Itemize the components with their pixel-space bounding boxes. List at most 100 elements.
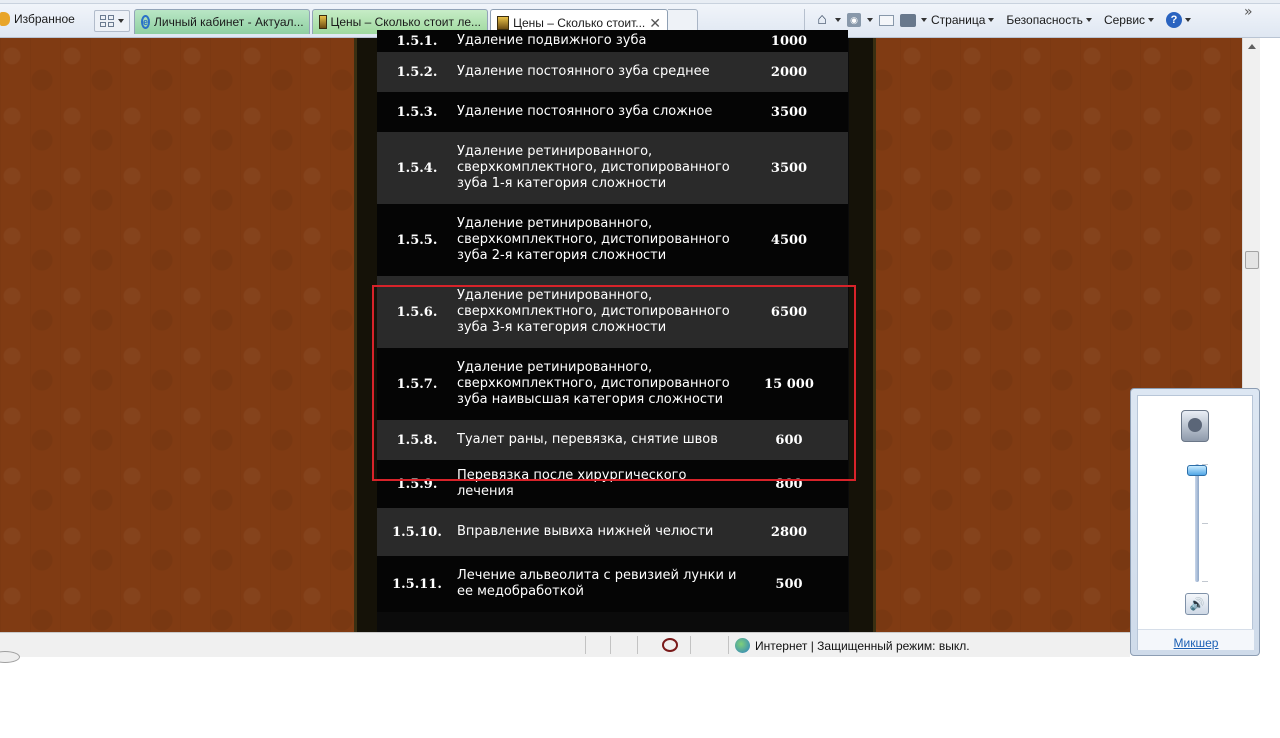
- status-bar: Интернет | Защищенный режим: выкл.: [0, 632, 1130, 657]
- divider: [804, 9, 805, 31]
- slider-tick: [1202, 581, 1208, 582]
- tab-personal-cabinet[interactable]: e Личный кабинет - Актуал...: [134, 9, 310, 34]
- service-price: 3500: [770, 104, 808, 120]
- divider: [585, 636, 586, 654]
- service-name: Удаление ретинированного, сверхкомплектн…: [457, 288, 730, 335]
- service-code: 1.5.7.: [396, 376, 438, 392]
- chevron-down-icon: [1085, 18, 1092, 22]
- chevron-down-icon: [118, 19, 124, 23]
- price-row: 1.5.3. Удаление постоянного зуба сложное 3…: [377, 92, 848, 132]
- speaker-device-icon[interactable]: [1181, 410, 1209, 442]
- service-code: 1.5.4.: [396, 160, 438, 176]
- mail-icon: [878, 14, 894, 26]
- rss-icon: ◉: [847, 13, 861, 27]
- price-row: 1.5.2. Удаление постоянного зуба среднее 2…: [377, 52, 848, 92]
- service-code: 1.5.10.: [392, 524, 442, 540]
- service-price: 4500: [770, 232, 808, 248]
- quick-tabs-grid-icon: [100, 15, 114, 27]
- price-row: 1.5.5. Удаление ретинированного, сверхком…: [377, 204, 848, 276]
- service-price: 15 000: [764, 376, 814, 392]
- service-price: 1000: [770, 33, 808, 49]
- service-name: Удаление ретинированного, сверхкомплектн…: [457, 144, 730, 191]
- help-icon: ?: [1166, 12, 1183, 28]
- chevron-down-icon: [1185, 18, 1192, 22]
- service-code: 1.5.8.: [396, 432, 438, 448]
- feeds-button[interactable]: ◉: [845, 11, 863, 29]
- price-row: 1.5.1. Удаление подвижного зуба 1000: [377, 30, 848, 52]
- tab-title: Цены – Сколько стоит...: [513, 16, 646, 30]
- chevron-down-icon[interactable]: [921, 18, 927, 22]
- divider: [610, 636, 611, 654]
- service-name: Лечение альвеолита с ревизией лунки и ее…: [457, 568, 737, 599]
- mute-speaker-icon[interactable]: 🔊: [1185, 593, 1209, 615]
- chevron-down-icon[interactable]: [867, 18, 873, 22]
- price-row: 1.5.4. Удаление ретинированного, сверхком…: [377, 132, 848, 204]
- price-row: 1.5.7. Удаление ретинированного, сверхком…: [377, 348, 848, 420]
- privacy-eye-icon[interactable]: [662, 638, 678, 652]
- printer-icon: [900, 13, 916, 27]
- volume-control-popup: 🔊 Микшер: [1130, 388, 1260, 656]
- command-bar: ⌂ ◉ Страница Безопасность Сервис ?: [800, 9, 1199, 31]
- title-strip: [0, 0, 1280, 4]
- slider-tick: [1202, 523, 1208, 524]
- chevron-down-icon: [988, 18, 995, 22]
- service-price: 3500: [770, 160, 808, 176]
- menu-tools[interactable]: Сервис: [1103, 13, 1155, 27]
- favorites-label: Избранное: [14, 12, 75, 26]
- service-code: 1.5.9.: [396, 476, 438, 492]
- menu-page-label: Страница: [931, 13, 986, 27]
- chevron-expand-icon[interactable]: »: [1244, 4, 1253, 20]
- service-name: Перевязка после хирургического лечения: [457, 468, 687, 499]
- zone-status-text: Интернет | Защищенный режим: выкл.: [755, 639, 970, 653]
- help-button[interactable]: ?: [1166, 12, 1192, 28]
- quick-tabs-button[interactable]: [94, 10, 130, 32]
- start-orb-fragment[interactable]: [0, 651, 20, 663]
- service-name: Удаление подвижного зуба: [457, 33, 647, 48]
- service-price: 500: [775, 576, 803, 592]
- divider: [690, 636, 691, 654]
- service-name: Туалет раны, перевязка, снятие швов: [457, 432, 718, 447]
- service-code: 1.5.5.: [396, 232, 438, 248]
- scroll-thumb[interactable]: [1245, 251, 1259, 269]
- service-price: 6500: [770, 304, 808, 320]
- service-code: 1.5.1.: [396, 33, 438, 49]
- tab-title: Личный кабинет - Актуал...: [154, 15, 304, 29]
- service-code: 1.5.6.: [396, 304, 438, 320]
- close-tab-icon[interactable]: ✕: [649, 15, 661, 32]
- volume-slider-track[interactable]: [1195, 464, 1199, 582]
- price-table: 1.5.1. Удаление подвижного зуба 1000 1.5.2.…: [377, 30, 848, 612]
- ie-icon: e: [141, 15, 151, 29]
- volume-slider-thumb[interactable]: [1187, 464, 1207, 476]
- chevron-down-icon: [1148, 18, 1155, 22]
- menu-safety[interactable]: Безопасность: [1006, 13, 1092, 27]
- home-icon[interactable]: ⌂: [813, 11, 831, 29]
- favorites-button[interactable]: Избранное: [0, 10, 75, 28]
- service-name: Удаление постоянного зуба среднее: [457, 64, 710, 79]
- service-name: Удаление ретинированного, сверхкомплектн…: [457, 216, 730, 263]
- scroll-up-arrow-icon[interactable]: [1248, 44, 1256, 49]
- divider: [637, 636, 638, 654]
- mail-button[interactable]: [877, 11, 895, 29]
- service-name: Удаление ретинированного, сверхкомплектн…: [457, 360, 730, 407]
- menu-tools-label: Сервис: [1103, 13, 1146, 27]
- price-row: 1.5.10. Вправление вывиха нижней челюсти 2…: [377, 508, 848, 556]
- mixer-link[interactable]: Микшер: [1138, 629, 1254, 650]
- service-price: 600: [775, 432, 803, 448]
- volume-panel: 🔊 Микшер: [1137, 395, 1254, 650]
- price-row: 1.5.8. Туалет раны, перевязка, снятие шво…: [377, 420, 848, 460]
- service-price: 2000: [770, 64, 808, 80]
- service-price: 800: [775, 476, 803, 492]
- tab-title: Цены – Сколько стоит ле...: [330, 15, 482, 29]
- menu-page[interactable]: Страница: [931, 13, 995, 27]
- chevron-down-icon[interactable]: [835, 18, 841, 22]
- divider: [728, 636, 729, 654]
- site-favicon-icon: [319, 15, 327, 29]
- internet-zone-globe-icon: [735, 638, 750, 653]
- window-edge: [1260, 38, 1280, 738]
- print-button[interactable]: [899, 11, 917, 29]
- menu-safety-label: Безопасность: [1006, 13, 1083, 27]
- service-code: 1.5.11.: [392, 576, 442, 592]
- service-code: 1.5.2.: [396, 64, 438, 80]
- price-row: 1.5.9. Перевязка после хирургического леч…: [377, 460, 848, 508]
- price-row: 1.5.6. Удаление ретинированного, сверхком…: [377, 276, 848, 348]
